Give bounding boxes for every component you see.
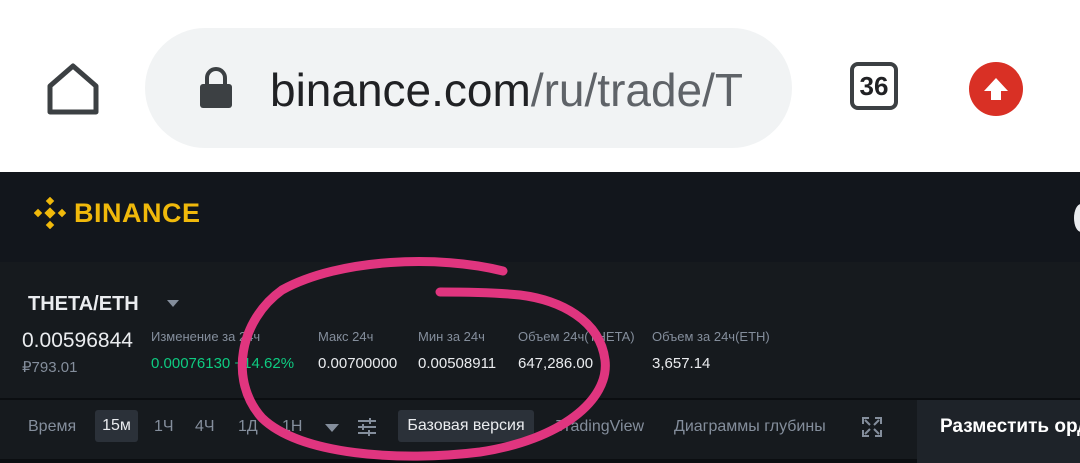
url-path: /ru/trade/T [530,64,744,116]
interval-4h[interactable]: 4Ч [195,418,215,436]
change-24h-amount: 0.00076130 [151,355,231,372]
interval-1d[interactable]: 1Д [238,418,258,436]
url-text[interactable]: binance.com/ru/trade/T [270,62,762,118]
volume-theta-label: Объем 24ч(THETA) [518,329,635,344]
high-24h-label: Макс 24ч [318,329,374,344]
interval-1h[interactable]: 1Ч [154,418,174,436]
url-host: binance.com [270,64,531,116]
fiat-price: ₽793.01 [22,359,78,376]
interval-dropdown-icon[interactable] [325,424,339,432]
low-24h-value: 0.00508911 [418,355,497,372]
volume-theta-value: 647,286.00 [518,355,594,372]
depth-chart-button[interactable]: Диаграммы глубины [674,418,826,436]
time-label: Время [28,418,77,435]
place-order-title[interactable]: Разместить ордер [940,416,1080,438]
volume-eth-value: 3,657.14 [652,355,711,372]
fullscreen-icon[interactable] [862,417,882,437]
change-24h-value: 0.00076130 +14.62% [151,355,294,372]
interval-1w[interactable]: 1Н [282,418,302,436]
settings-sliders-icon[interactable] [357,417,377,437]
home-icon[interactable] [44,60,102,118]
change-24h-label: Изменение за 24ч [151,329,261,344]
pair-dropdown-icon[interactable] [167,300,179,307]
interval-15m[interactable]: 15м [95,410,138,442]
divider-bottom [0,459,917,463]
change-24h-percent: +14.62% [234,355,295,372]
tab-count: 36 [859,70,889,101]
low-24h-label: Мин за 24ч [418,329,485,344]
update-arrow-icon[interactable] [969,62,1023,116]
volume-eth-label: Объем за 24ч(ETH) [652,329,770,344]
binance-logo[interactable]: BINANCE [74,198,201,229]
lock-icon [198,66,234,110]
tab-switcher-button[interactable]: 36 [850,62,898,110]
tradingview-button[interactable]: TradingView [556,418,644,436]
high-24h-value: 0.00700000 [318,355,398,372]
last-price: 0.00596844 [22,329,133,352]
pair-name[interactable]: THETA/ETH [28,293,139,316]
binance-diamond-icon[interactable] [33,196,67,230]
basic-view-button[interactable]: Базовая версия [398,410,534,442]
